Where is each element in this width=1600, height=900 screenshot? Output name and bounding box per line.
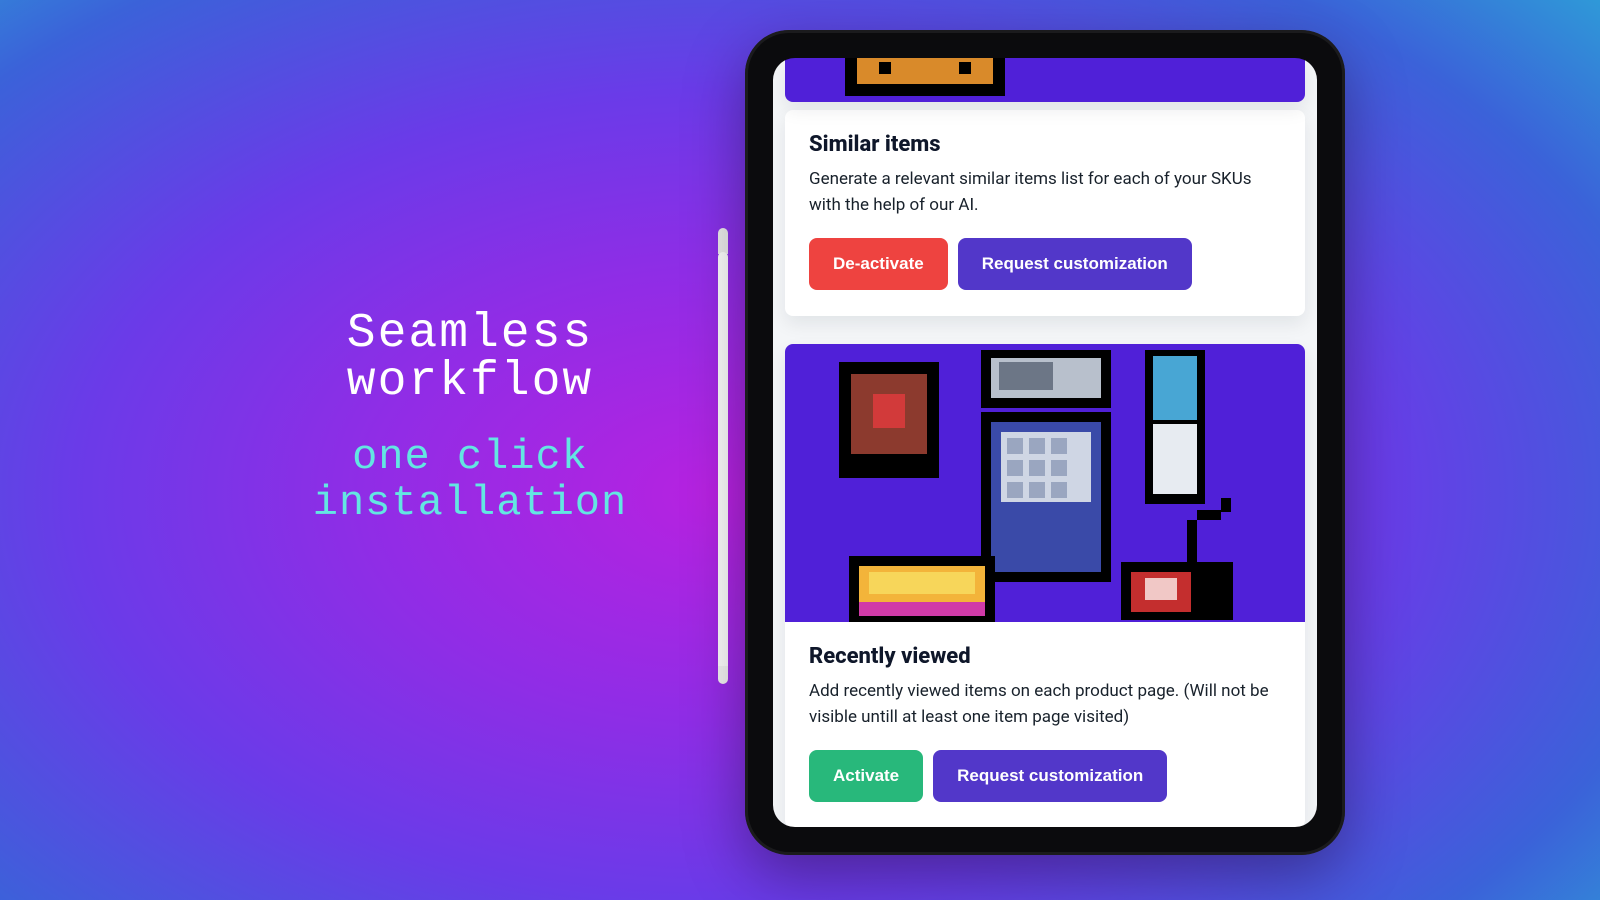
headline-block: Seamless workflow one click installation <box>260 310 680 526</box>
marketing-hero-background: Seamless workflow one click installation… <box>0 0 1600 900</box>
request-customization-button[interactable]: Request customization <box>933 750 1167 802</box>
card-hero-image <box>785 344 1305 622</box>
subheadline-line-1: one click <box>260 434 680 480</box>
activate-button[interactable]: Activate <box>809 750 923 802</box>
card-recently-viewed: Recently viewed Add recently viewed item… <box>785 344 1305 827</box>
headline-line-1: Seamless <box>260 310 680 358</box>
app-screen[interactable]: Similar items Generate a relevant simila… <box>773 58 1317 827</box>
apple-pencil-icon <box>716 214 730 684</box>
card-title: Recently viewed <box>809 644 1281 669</box>
headline-line-2: workflow <box>260 358 680 406</box>
card-hero-sliver <box>785 58 1305 102</box>
card-actions: De-activate Request customization <box>809 238 1281 290</box>
tablet-frame: Similar items Generate a relevant simila… <box>745 30 1345 855</box>
card-similar-items: Similar items Generate a relevant simila… <box>785 110 1305 316</box>
request-customization-button[interactable]: Request customization <box>958 238 1192 290</box>
card-description: Add recently viewed items on each produc… <box>809 679 1281 730</box>
card-title: Similar items <box>809 132 1281 157</box>
deactivate-button[interactable]: De-activate <box>809 238 948 290</box>
subheadline-line-2: installation <box>260 480 680 526</box>
card-description: Generate a relevant similar items list f… <box>809 167 1281 218</box>
card-actions: Activate Request customization <box>809 750 1281 802</box>
